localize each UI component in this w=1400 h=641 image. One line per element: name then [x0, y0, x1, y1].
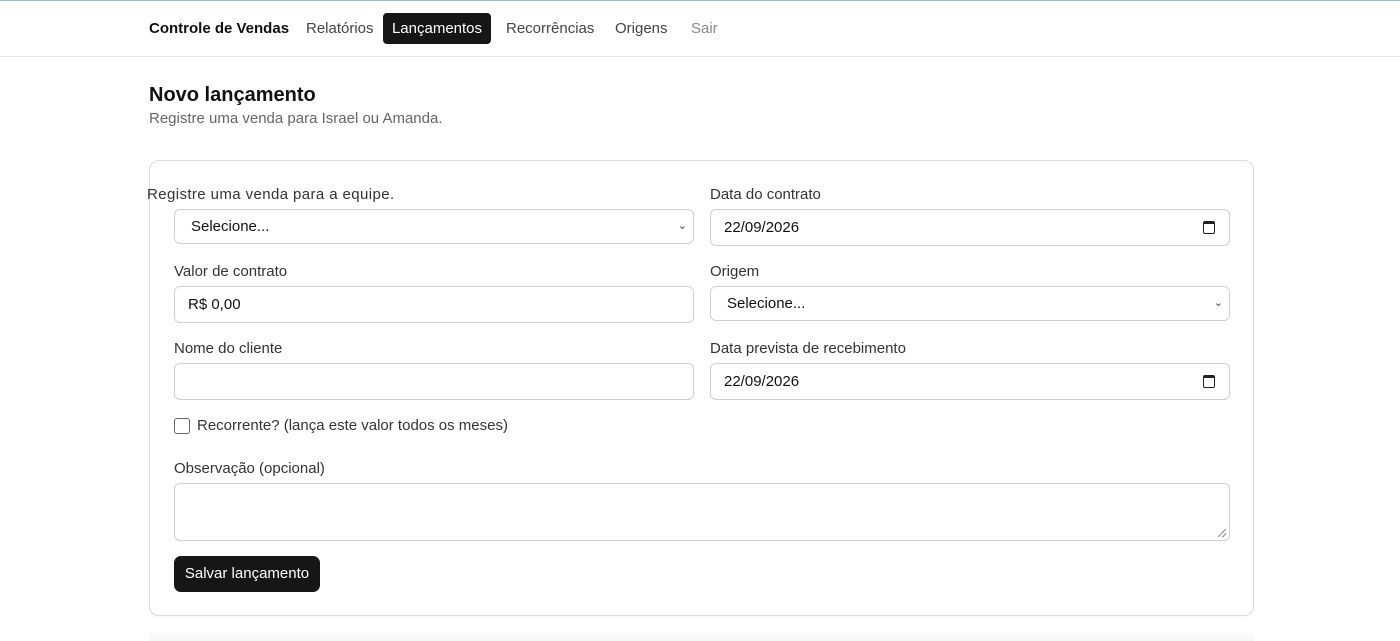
nav-item-recorrencias[interactable]: Recorrências	[494, 13, 606, 44]
nav-item-origens[interactable]: Origens	[603, 13, 680, 44]
client-name-label: Nome do cliente	[174, 340, 283, 357]
recurring-label[interactable]: Recorrente? (lança este valor todos os m…	[197, 417, 508, 434]
note-label: Observação (opcional)	[174, 460, 325, 477]
calendar-icon[interactable]	[1203, 221, 1215, 234]
contract-value-label: Valor de contrato	[174, 263, 288, 280]
client-name-input[interactable]	[174, 363, 694, 400]
note-textarea[interactable]	[174, 483, 1230, 541]
chevron-down-icon: ⌄	[677, 220, 687, 232]
top-navbar: Controle de Vendas Relatórios Lançamento…	[0, 1, 1400, 57]
expected-date-text: 22/09/2026	[724, 373, 800, 390]
page-title: Novo lançamento	[149, 84, 316, 106]
save-button[interactable]: Salvar lançamento	[174, 556, 320, 592]
recurring-checkbox[interactable]	[174, 418, 190, 434]
nav-item-sair[interactable]: Sair	[679, 13, 730, 44]
contract-value-input[interactable]: R$ 0,00	[174, 286, 694, 323]
seller-select[interactable]: Selecione... ⌄	[174, 209, 694, 244]
seller-select-value: Selecione...	[191, 218, 270, 235]
chevron-down-icon: ⌄	[1213, 297, 1223, 309]
origin-label: Origem	[710, 263, 760, 280]
origin-select[interactable]: Selecione... ⌄	[710, 286, 1230, 321]
brand-title[interactable]: Controle de Vendas	[149, 20, 289, 37]
seller-label: Registre uma venda para a equipe.	[147, 186, 395, 203]
page-subtitle: Registre uma venda para Israel ou Amanda…	[149, 110, 443, 127]
contract-date-label: Data do contrato	[710, 186, 821, 203]
origin-select-value: Selecione...	[727, 295, 806, 312]
resize-grip-icon[interactable]	[1218, 529, 1226, 537]
page-bottom-fade	[149, 630, 1254, 641]
expected-date-input[interactable]: 22/09/2026	[710, 363, 1230, 400]
nav-item-relatorios[interactable]: Relatórios	[294, 13, 386, 44]
calendar-icon[interactable]	[1203, 375, 1215, 388]
nav-item-lancamentos[interactable]: Lançamentos	[383, 13, 491, 44]
expected-date-label: Data prevista de recebimento	[710, 340, 906, 357]
contract-value-text: R$ 0,00	[188, 296, 241, 313]
contract-date-input[interactable]: 22/09/2026	[710, 209, 1230, 246]
contract-date-text: 22/09/2026	[724, 219, 800, 236]
